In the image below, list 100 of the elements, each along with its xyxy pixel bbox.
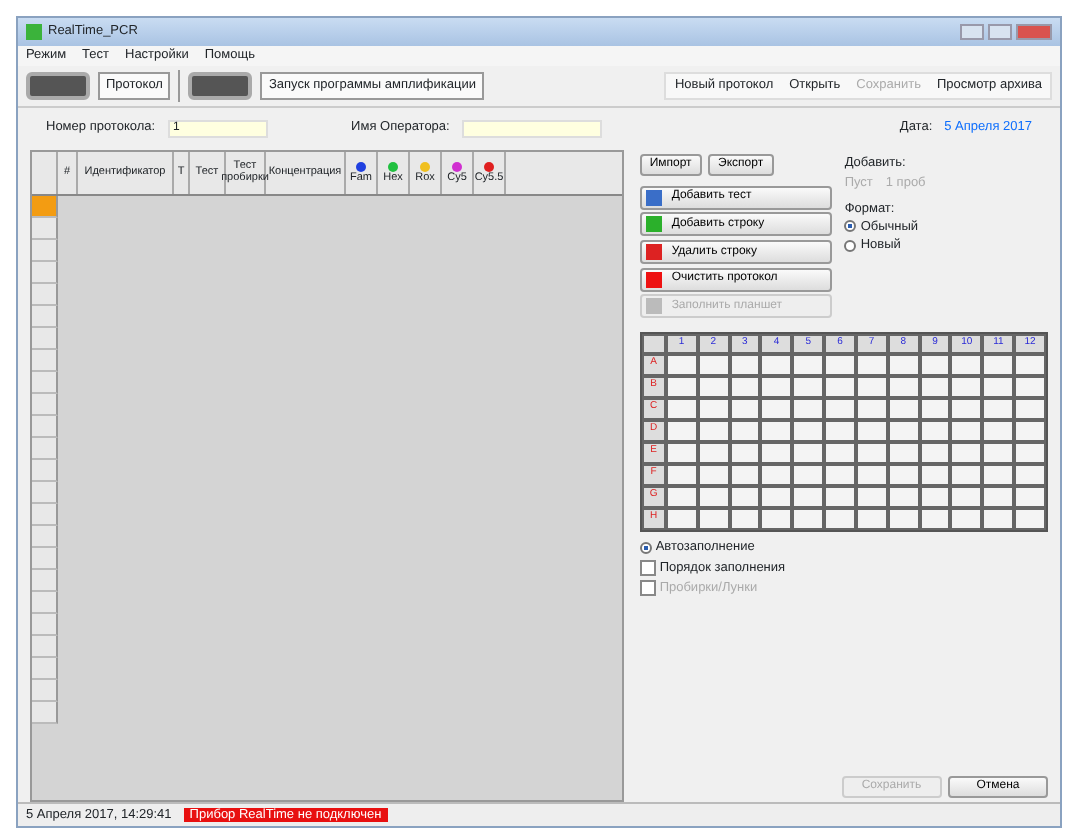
plate-well[interactable] xyxy=(857,399,886,418)
plate-well[interactable] xyxy=(889,421,918,440)
plate-well[interactable] xyxy=(762,377,791,396)
plate-well[interactable] xyxy=(921,355,949,374)
plate-well[interactable] xyxy=(984,443,1013,462)
plate-well[interactable] xyxy=(699,487,727,506)
plate-well[interactable] xyxy=(826,355,854,374)
plate-well[interactable] xyxy=(794,421,823,440)
plate-well[interactable] xyxy=(731,377,759,396)
plate-well[interactable] xyxy=(889,355,918,374)
plate-well[interactable] xyxy=(731,465,759,484)
plate-well[interactable] xyxy=(699,399,727,418)
plate-well[interactable] xyxy=(857,509,886,528)
plate-well[interactable] xyxy=(826,443,854,462)
plate-well[interactable] xyxy=(699,443,727,462)
plate-well[interactable] xyxy=(699,465,727,484)
plate-well[interactable] xyxy=(952,487,981,506)
plate-well[interactable] xyxy=(952,421,981,440)
plate-well[interactable] xyxy=(1016,465,1044,484)
plate-well[interactable] xyxy=(984,509,1013,528)
plate-well[interactable] xyxy=(762,355,791,374)
plate-well[interactable] xyxy=(667,443,696,462)
plate-well[interactable] xyxy=(699,377,727,396)
plate-well[interactable] xyxy=(1016,377,1044,396)
plate-well[interactable] xyxy=(921,487,949,506)
plate-well[interactable] xyxy=(1016,399,1044,418)
radio-icon[interactable] xyxy=(844,239,857,252)
plate-well[interactable] xyxy=(921,465,949,484)
plate-well[interactable] xyxy=(857,443,886,462)
plate-well[interactable] xyxy=(731,443,759,462)
plate-well[interactable] xyxy=(889,465,918,484)
plate-well[interactable] xyxy=(667,377,696,396)
plate-well[interactable] xyxy=(731,355,759,374)
plate-well[interactable] xyxy=(794,377,823,396)
plate-well[interactable] xyxy=(762,465,791,484)
plate-well[interactable] xyxy=(762,399,791,418)
plate-well[interactable] xyxy=(731,509,759,528)
plate-well[interactable] xyxy=(1016,355,1044,374)
plate-well[interactable] xyxy=(857,355,886,374)
plate-well[interactable] xyxy=(667,355,696,374)
plate-well[interactable] xyxy=(921,377,949,396)
plate-well[interactable] xyxy=(952,443,981,462)
plate-well[interactable] xyxy=(667,487,696,506)
plate-well[interactable] xyxy=(952,377,981,396)
plate-well[interactable] xyxy=(699,421,727,440)
plate-well[interactable] xyxy=(794,465,823,484)
plate-well[interactable] xyxy=(984,421,1013,440)
plate-well[interactable] xyxy=(921,421,949,440)
plate-well[interactable] xyxy=(826,399,854,418)
plate-well[interactable] xyxy=(699,355,727,374)
plate-well[interactable] xyxy=(952,465,981,484)
plate-well[interactable] xyxy=(762,509,791,528)
plate-well[interactable] xyxy=(921,509,949,528)
plate-well[interactable] xyxy=(921,399,949,418)
plate-well[interactable] xyxy=(794,487,823,506)
plate-well[interactable] xyxy=(667,465,696,484)
plate-well[interactable] xyxy=(921,443,949,462)
plate-well[interactable] xyxy=(952,509,981,528)
plate-well[interactable] xyxy=(1016,443,1044,462)
plate-well[interactable] xyxy=(794,443,823,462)
plate-well[interactable] xyxy=(826,509,854,528)
plate-well[interactable] xyxy=(984,377,1013,396)
plate-well[interactable] xyxy=(857,465,886,484)
plate-well[interactable] xyxy=(1016,421,1044,440)
plate-well[interactable] xyxy=(731,421,759,440)
plate-well[interactable] xyxy=(889,399,918,418)
plate-well[interactable] xyxy=(857,487,886,506)
plate-well[interactable] xyxy=(889,443,918,462)
plate-well[interactable] xyxy=(952,399,981,418)
plate-well[interactable] xyxy=(889,377,918,396)
plate-well[interactable] xyxy=(826,487,854,506)
plate-well[interactable] xyxy=(1016,509,1044,528)
plate-well[interactable] xyxy=(699,509,727,528)
plate-well[interactable] xyxy=(984,487,1013,506)
plate-well[interactable] xyxy=(794,399,823,418)
plate-well[interactable] xyxy=(857,377,886,396)
plate-well[interactable] xyxy=(794,509,823,528)
plate-well[interactable] xyxy=(731,399,759,418)
plate-well[interactable] xyxy=(667,421,696,440)
plate-well[interactable] xyxy=(667,509,696,528)
plate-well[interactable] xyxy=(731,487,759,506)
plate-well[interactable] xyxy=(889,509,918,528)
plate-well[interactable] xyxy=(762,421,791,440)
plate-well[interactable] xyxy=(826,421,854,440)
plate-well[interactable] xyxy=(794,355,823,374)
plate-well[interactable] xyxy=(826,377,854,396)
plate-well[interactable] xyxy=(762,487,791,506)
checkbox-icon[interactable] xyxy=(639,559,656,576)
plate-well[interactable] xyxy=(1016,487,1044,506)
plate-well[interactable] xyxy=(667,399,696,418)
plate-well[interactable] xyxy=(857,421,886,440)
radio-icon[interactable] xyxy=(639,541,652,554)
plate-well[interactable] xyxy=(984,399,1013,418)
plate-well[interactable] xyxy=(889,487,918,506)
plate-well[interactable] xyxy=(952,355,981,374)
plate-well[interactable] xyxy=(826,465,854,484)
plate-well[interactable] xyxy=(984,355,1013,374)
radio-icon[interactable] xyxy=(844,220,857,233)
plate-well[interactable] xyxy=(762,443,791,462)
operator-field[interactable] xyxy=(461,119,602,138)
